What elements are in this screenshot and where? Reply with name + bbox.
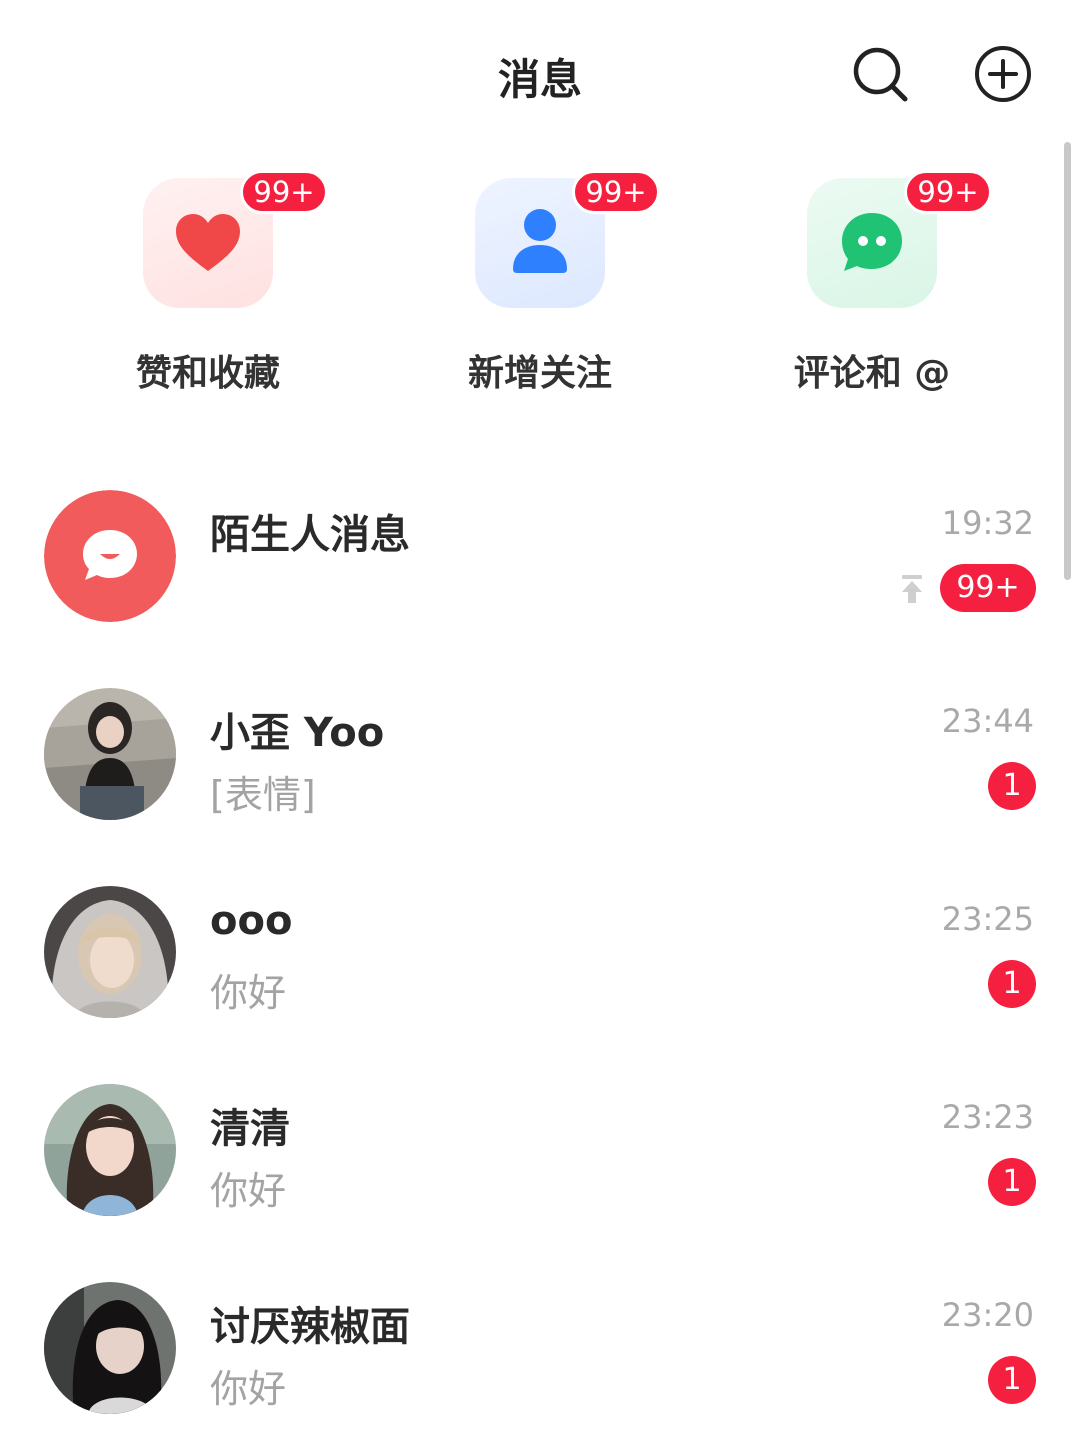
likes-label: 赞和收藏 [135,353,280,394]
unread-badge: 1 [988,762,1036,810]
conversation-preview: 你好 [210,971,287,1015]
unread-badge: 1 [988,1356,1036,1404]
search-button[interactable] [850,44,910,104]
person-icon [513,209,567,273]
conversation-row[interactable]: 清清 你好 23:23 1 [0,1052,1080,1250]
conversation-row[interactable]: 讨厌辣椒面 你好 23:20 1 [0,1250,1080,1440]
followers-label: 新增关注 [467,353,612,394]
comments-count-badge: 99+ [904,170,992,214]
conversation-time: 23:25 [941,900,1034,938]
chat-bubble-icon [842,213,902,271]
avatar [44,490,176,622]
conversation-preview: [表情] [210,773,316,817]
conversation-name: 陌生人消息 [210,512,410,558]
user-avatar-photo [44,1084,176,1216]
messages-page: 消息 99+ 赞和收藏 99+ 新增关注 99+ 评论和 @ 陌生人消息 19:… [0,0,1080,1440]
conversation-row[interactable]: 小歪 Yoo [表情] 23:44 1 [0,656,1080,854]
avatar [44,1282,176,1414]
followers-count-badge: 99+ [572,170,660,214]
header: 消息 [0,0,1080,150]
conversation-preview: 你好 [210,1367,287,1411]
heart-icon [176,214,240,271]
new-followers-button[interactable]: 99+ 新增关注 [410,170,670,398]
comments-and-mentions-button[interactable]: 99+ 评论和 @ [742,170,1002,398]
search-icon [853,47,908,102]
user-avatar-photo [44,886,176,1018]
avatar [44,1084,176,1216]
conversation-name: 清清 [210,1106,290,1152]
likes-count-badge: 99+ [240,170,328,214]
unread-badge: 1 [988,1158,1036,1206]
conversation-time: 23:23 [941,1098,1034,1136]
user-avatar-photo [44,1282,176,1414]
plus-circle-icon [975,46,1031,102]
likes-and-favorites-button[interactable]: 99+ 赞和收藏 [78,170,338,398]
avatar [44,886,176,1018]
conversation-preview: 你好 [210,1169,287,1213]
unread-badge: 99+ [940,564,1036,612]
conversation-time: 23:44 [941,702,1034,740]
stranger-message-icon [44,490,176,622]
conversation-time: 19:32 [941,504,1034,542]
conversation-row[interactable]: ooo 你好 23:25 1 [0,854,1080,1052]
user-avatar-photo [44,688,176,820]
conversation-time: 23:20 [941,1296,1034,1334]
comments-label: 评论和 @ [793,353,951,394]
add-button[interactable] [972,44,1032,104]
conversation-row-stranger[interactable]: 陌生人消息 19:32 99+ [0,458,1080,656]
conversation-name: 小歪 Yoo [210,710,385,756]
pin-top-icon [898,574,926,604]
conversation-name: ooo [210,898,293,944]
conversation-name: 讨厌辣椒面 [210,1304,410,1350]
avatar [44,688,176,820]
unread-badge: 1 [988,960,1036,1008]
page-title: 消息 [497,55,582,104]
